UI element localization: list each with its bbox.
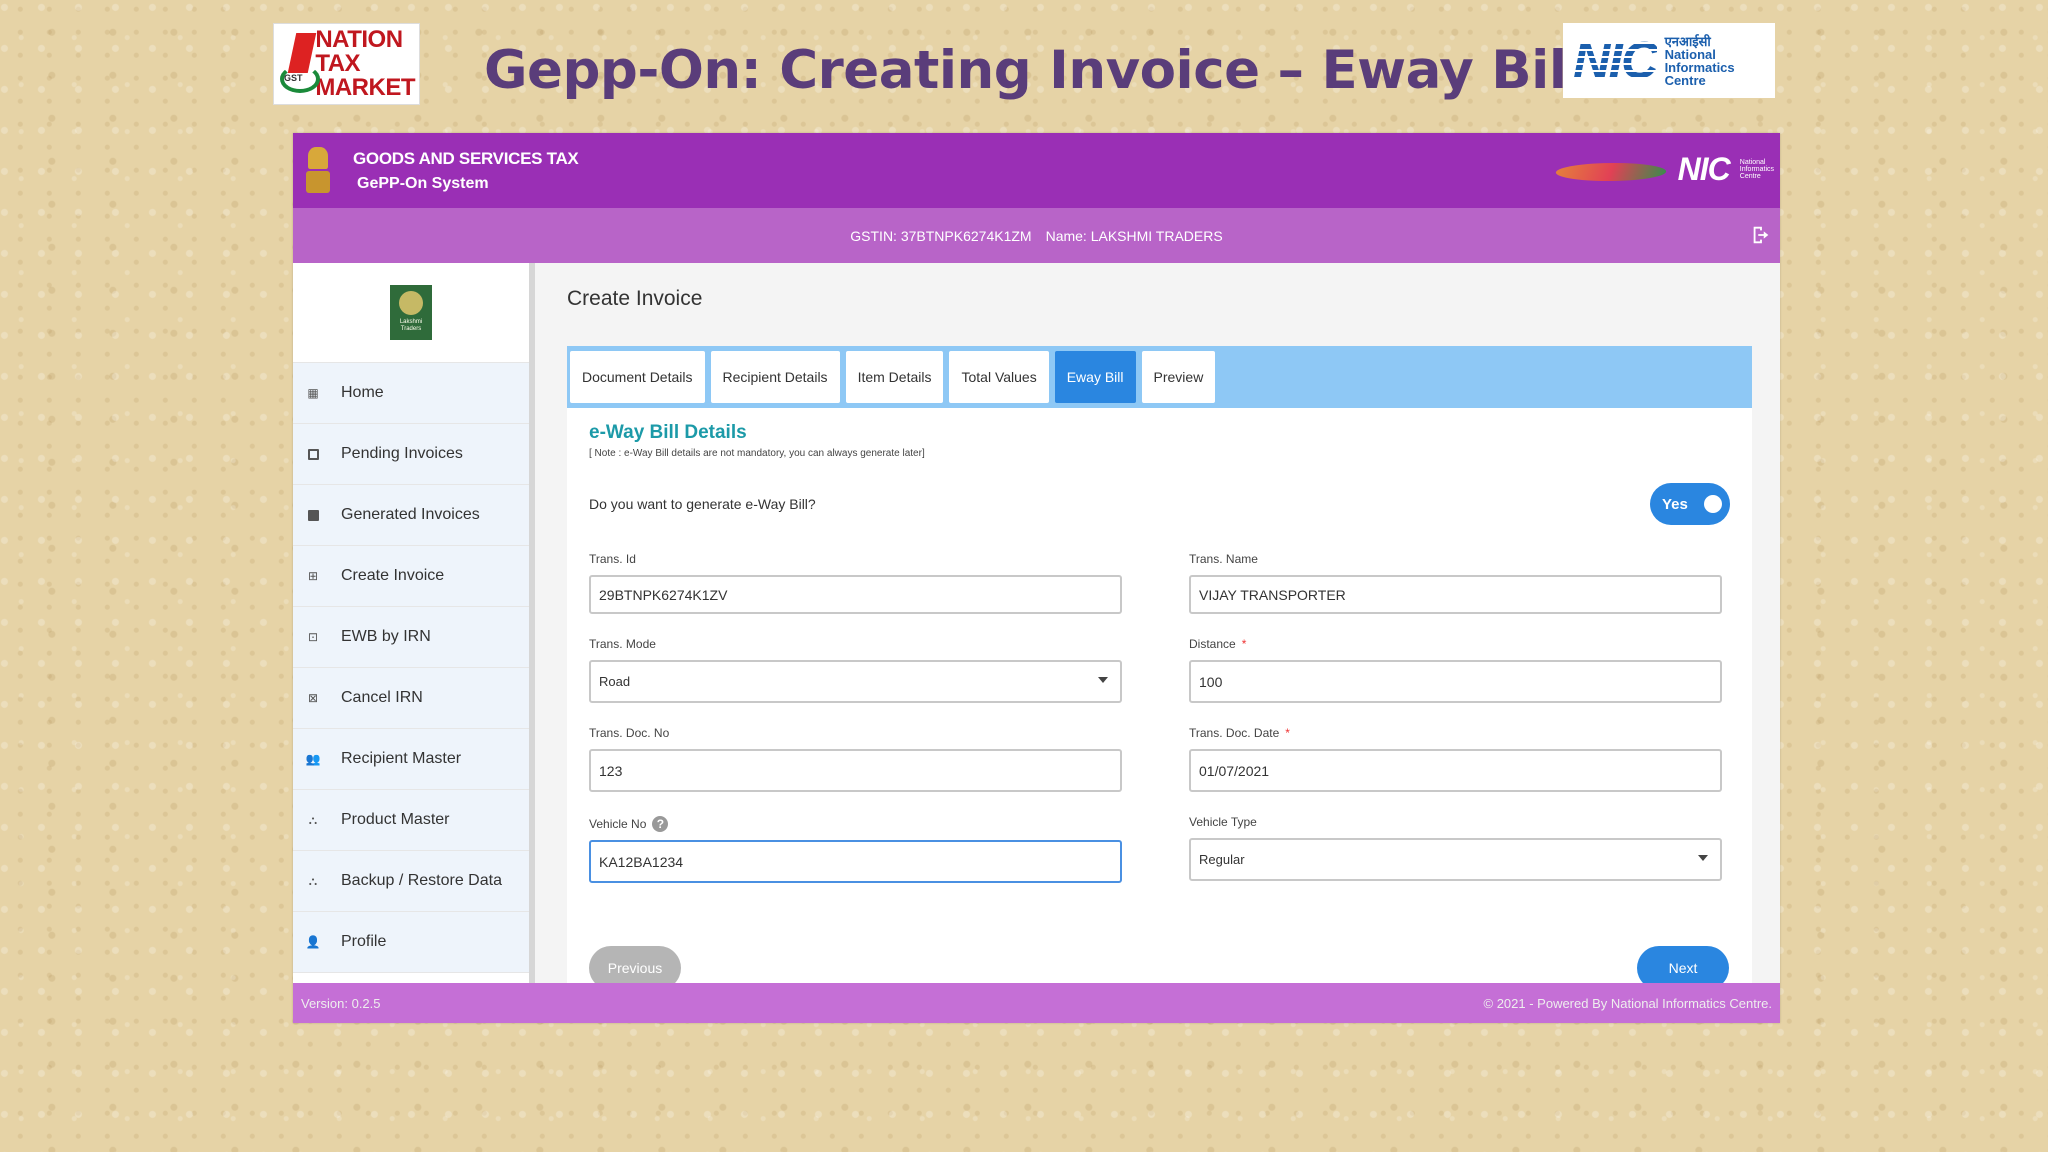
trans-doc-no-input[interactable]: 123 [589,749,1122,792]
sidebar-item-product-master[interactable]: ⛬ Product Master [293,790,529,851]
sidebar-item-recipient-master[interactable]: 👥 Recipient Master [293,729,529,790]
sidebar-item-ewb-by-irn[interactable]: ⊡ EWB by IRN [293,607,529,668]
user-icon: 👤 [305,935,321,949]
app-window: GOODS AND SERVICES TAX GePP-On System NI… [293,133,1780,1023]
trans-id-input[interactable]: 29BTNPK6274K1ZV [589,575,1122,614]
trans-doc-date-label: Trans. Doc. Date * [1189,726,1290,740]
app-title-line1: GOODS AND SERVICES TAX [353,148,579,168]
sidebar-item-create-invoice[interactable]: ⊞ Create Invoice [293,546,529,607]
sidebar-item-profile[interactable]: 👤 Profile [293,912,529,973]
ewb-icon: ⊡ [307,630,319,644]
sidebar-item-home[interactable]: ▦ Home [293,363,529,424]
dashboard-icon: ▦ [307,386,319,400]
trans-doc-no-label: Trans. Doc. No [589,726,670,740]
main-content: Create Invoice Document Details Recipien… [535,263,1780,998]
sidebar: ▦ Home Pending Invoices Generated Invoic… [293,263,535,983]
trans-name-input[interactable]: VIJAY TRANSPORTER [1189,575,1722,614]
page-title: Create Invoice [567,287,703,310]
app-footer: Version: 0.2.5 © 2021 - Powered By Natio… [293,983,1780,1023]
nic-logo: NIC एनआईसी National Informatics Centre [1563,23,1775,98]
help-icon[interactable]: ? [652,816,669,832]
generate-ewb-toggle[interactable]: Yes [1650,483,1730,525]
trans-mode-select[interactable]: Road [589,660,1122,703]
gst-swoosh-icon [1556,153,1668,187]
version-text: Version: 0.2.5 [301,995,381,1011]
cancel-document-icon: ⊠ [307,691,319,705]
tab-item-details[interactable]: Item Details [845,351,944,403]
section-note: [ Note : e-Way Bill details are not mand… [589,448,925,459]
national-emblem-icon [305,145,331,197]
trans-name-label: Trans. Name [1189,552,1258,566]
copyright-text: © 2021 - Powered By National Informatics… [1483,995,1773,1011]
pending-doc-icon [307,448,319,460]
vehicle-no-input[interactable]: KA12BA1234 [589,840,1122,883]
toggle-knob [1704,495,1722,513]
trans-id-label: Trans. Id [589,552,636,566]
tabs-bar: Document Details Recipient Details Item … [567,346,1752,408]
tab-eway-bill[interactable]: Eway Bill [1054,351,1136,403]
gst-logo-mark-icon: GST [278,29,320,99]
trans-doc-date-input[interactable]: 01/07/2021 [1189,749,1722,792]
sidebar-item-generated-invoices[interactable]: Generated Invoices [293,485,529,546]
add-document-icon: ⊞ [307,569,319,583]
tab-recipient-details[interactable]: Recipient Details [710,351,840,403]
distance-label: Distance * [1189,637,1247,651]
logout-icon[interactable] [1750,224,1772,246]
app-header: GOODS AND SERVICES TAX GePP-On System NI… [293,133,1780,208]
toggle-label: Yes [1662,495,1688,513]
nation-tax-market-logo: GST NATION TAX MARKET [273,23,420,105]
distance-input[interactable]: 100 [1189,660,1722,703]
backup-icon: ⛬ [308,873,318,888]
sidebar-item-pending-invoices[interactable]: Pending Invoices [293,424,529,485]
eway-bill-panel: e-Way Bill Details [ Note : e-Way Bill d… [567,408,1752,998]
vehicle-type-label: Vehicle Type [1189,815,1257,829]
lakshmi-traders-logo [390,285,432,340]
chevron-down-icon [1698,855,1708,861]
vehicle-no-label: Vehicle No? [589,816,1122,832]
sidebar-item-cancel-irn[interactable]: ⊠ Cancel IRN [293,668,529,729]
vehicle-type-select[interactable]: Regular [1189,838,1722,881]
gstin-text: GSTIN: 37BTNPK6274K1ZM [850,227,1032,244]
sidebar-item-backup-restore[interactable]: ⛬ Backup / Restore Data [293,851,529,912]
section-title: e-Way Bill Details [589,422,747,443]
users-icon: 👥 [305,752,321,766]
tab-preview[interactable]: Preview [1141,351,1216,403]
tab-document-details[interactable]: Document Details [570,351,705,403]
trader-name-text: Name: LAKSHMI TRADERS [1045,227,1223,244]
products-icon: ⛬ [308,812,318,827]
tab-total-values[interactable]: Total Values [949,351,1049,403]
document-icon [307,509,319,521]
trans-mode-label: Trans. Mode [589,637,656,651]
nic-small-logo: NIC [1677,151,1731,187]
chevron-down-icon [1098,677,1108,683]
app-title-line2: GePP-On System [357,174,489,192]
user-info-bar: GSTIN: 37BTNPK6274K1ZM Name: LAKSHMI TRA… [293,208,1780,263]
generate-ewb-question: Do you want to generate e-Way Bill? [589,496,816,512]
